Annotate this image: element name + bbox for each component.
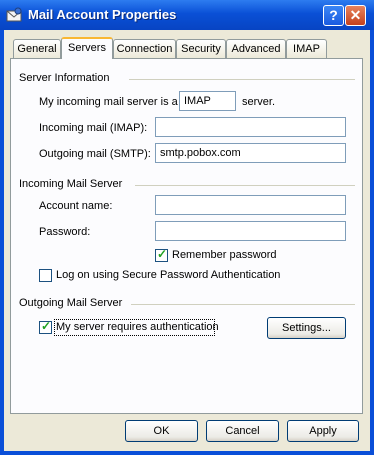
outgoing-mail-label: Outgoing mail (SMTP): [39, 148, 151, 160]
incoming-mail-label: Incoming mail (IMAP): [39, 122, 148, 134]
incoming-server-heading: Incoming Mail Server [19, 178, 123, 190]
tab-imap[interactable]: IMAP [286, 39, 327, 58]
password-input[interactable] [155, 221, 346, 241]
password-label: Password: [39, 226, 91, 238]
tab-security[interactable]: Security [176, 39, 226, 58]
close-button[interactable]: ✕ [345, 5, 366, 26]
window-title: Mail Account Properties [28, 7, 177, 22]
section-divider [129, 79, 355, 80]
incoming-type-suffix: server. [242, 96, 276, 108]
tab-connection[interactable]: Connection [113, 39, 176, 58]
checkmark-icon: ✓ [157, 247, 168, 261]
mail-account-icon [6, 7, 22, 22]
account-name-label: Account name: [39, 200, 113, 212]
spa-checkbox[interactable] [39, 269, 52, 282]
servers-panel: Server Information My incoming mail serv… [10, 58, 363, 414]
section-divider [131, 304, 355, 305]
checkmark-icon: ✓ [41, 319, 52, 333]
tab-servers[interactable]: Servers [61, 37, 113, 59]
settings-button[interactable]: Settings... [267, 317, 346, 339]
incoming-type-prefix: My incoming mail server is a [39, 96, 178, 108]
apply-button[interactable]: Apply [287, 420, 359, 442]
outgoing-mail-input[interactable]: smtp.pobox.com [155, 143, 346, 163]
cancel-button[interactable]: Cancel [206, 420, 279, 442]
remember-password-label[interactable]: Remember password [172, 249, 277, 261]
account-name-input[interactable] [155, 195, 346, 215]
title-bar[interactable]: Mail Account Properties ? ✕ [0, 0, 374, 30]
ok-button[interactable]: OK [125, 420, 198, 442]
incoming-mail-input[interactable] [155, 117, 346, 137]
dialog-client: General Servers Connection Security Adva… [4, 30, 370, 451]
auth-required-checkbox[interactable]: ✓ [39, 319, 52, 334]
outgoing-server-heading: Outgoing Mail Server [19, 297, 123, 309]
server-information-heading: Server Information [19, 72, 110, 84]
tab-general[interactable]: General [13, 39, 61, 58]
remember-password-checkbox[interactable]: ✓ [155, 247, 168, 262]
incoming-server-type-field: IMAP [179, 91, 236, 111]
spa-label[interactable]: Log on using Secure Password Authenticat… [56, 269, 280, 281]
dialog-window: Mail Account Properties ? ✕ General Serv… [0, 0, 374, 455]
section-divider [135, 185, 355, 186]
help-button[interactable]: ? [323, 5, 344, 26]
auth-required-label[interactable]: My server requires authentication [56, 321, 219, 333]
tab-advanced[interactable]: Advanced [226, 39, 286, 58]
